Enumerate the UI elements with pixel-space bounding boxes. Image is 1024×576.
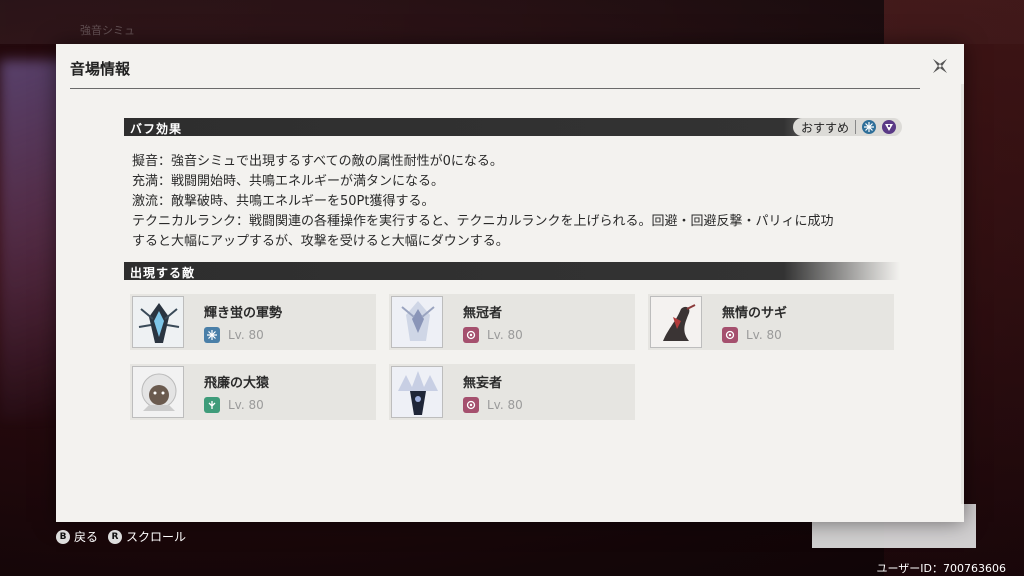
back-label: 戻る xyxy=(74,530,99,544)
enemy-portrait xyxy=(391,296,443,348)
havoc-icon xyxy=(463,397,479,413)
back-hint[interactable]: B 戻る xyxy=(56,528,98,545)
enemy-level: Lv. 80 xyxy=(228,398,264,412)
enemy-name: 無情のサギ xyxy=(722,306,788,321)
enemy-name: 無妄者 xyxy=(463,376,503,391)
b-button-icon: B xyxy=(56,529,70,544)
enemy-level: Lv. 80 xyxy=(487,398,523,412)
sound-field-info-panel: 音場情報 バフ効果 おすすめ 擬音：強音シミュで出現するすべての敵の属性耐性が0… xyxy=(56,44,964,522)
enemy-name: 無冠者 xyxy=(463,306,503,321)
enemy-portrait xyxy=(132,366,184,418)
buff-line: 激流：敵撃破時、共鳴エネルギーを50Pt獲得する。 xyxy=(132,194,435,209)
r-stick-icon: R xyxy=(108,529,123,544)
havoc-icon xyxy=(882,120,896,134)
enemy-name: 輝き蛍の軍勢 xyxy=(204,306,283,321)
footer-hints: B 戻る R スクロール xyxy=(56,528,186,545)
enemy-level: Lv. 80 xyxy=(228,328,264,342)
enemy-portrait xyxy=(391,366,443,418)
enemy-level: Lv. 80 xyxy=(487,328,523,342)
enemy-card[interactable]: 輝き蛍の軍勢 Lv. 80 xyxy=(130,294,376,350)
buff-description: 擬音：強音シミュで出現するすべての敵の属性耐性が0になる。 充満：戦闘開始時、共… xyxy=(132,152,912,252)
background-label: 強音シミュ xyxy=(80,24,135,37)
scroll-label: スクロール xyxy=(126,530,187,544)
scroll-hint[interactable]: R スクロール xyxy=(108,528,186,545)
enemy-card[interactable]: 無冠者 Lv. 80 xyxy=(389,294,635,350)
buff-line: テクニカルランク：戦闘関連の各種操作を実行すると、テクニカルランクを上げられる。… xyxy=(132,214,834,229)
user-id: ユーザーID：700763606 xyxy=(876,562,1006,575)
enemies-heading: 出現する敵 xyxy=(130,266,196,280)
enemy-portrait xyxy=(132,296,184,348)
glacio-icon xyxy=(862,120,876,134)
buff-line: 充満：戦闘開始時、共鳴エネルギーが満タンになる。 xyxy=(132,174,445,189)
buff-heading: バフ効果 xyxy=(130,122,183,136)
recommend-separator xyxy=(855,120,856,134)
enemy-card[interactable]: 無妄者 Lv. 80 xyxy=(389,364,635,420)
header-divider xyxy=(70,88,920,89)
background-top-strip xyxy=(0,0,1024,44)
close-icon xyxy=(932,58,948,74)
close-button[interactable] xyxy=(926,52,954,80)
enemies-section-header: 出現する敵 xyxy=(124,262,900,280)
panel-title: 音場情報 xyxy=(70,60,131,78)
havoc-icon xyxy=(463,327,479,343)
buff-section-header: バフ効果 おすすめ xyxy=(124,118,902,136)
recommend-badge: おすすめ xyxy=(792,118,902,136)
enemy-card[interactable]: 飛廉の大猿 Lv. 80 xyxy=(130,364,376,420)
recommend-label: おすすめ xyxy=(800,120,849,135)
havoc-icon xyxy=(722,327,738,343)
glacio-icon xyxy=(204,327,220,343)
enemy-level: Lv. 80 xyxy=(746,328,782,342)
aero-icon xyxy=(204,397,220,413)
enemy-portrait xyxy=(650,296,702,348)
enemy-name: 飛廉の大猿 xyxy=(204,376,270,391)
buff-line: すると大幅にアップするが、攻撃を受けると大幅にダウンする。 xyxy=(132,234,509,249)
buff-line: 擬音：強音シミュで出現するすべての敵の属性耐性が0になる。 xyxy=(132,154,503,169)
enemy-card[interactable]: 無情のサギ Lv. 80 xyxy=(648,294,894,350)
panel-header: 音場情報 xyxy=(56,44,964,88)
